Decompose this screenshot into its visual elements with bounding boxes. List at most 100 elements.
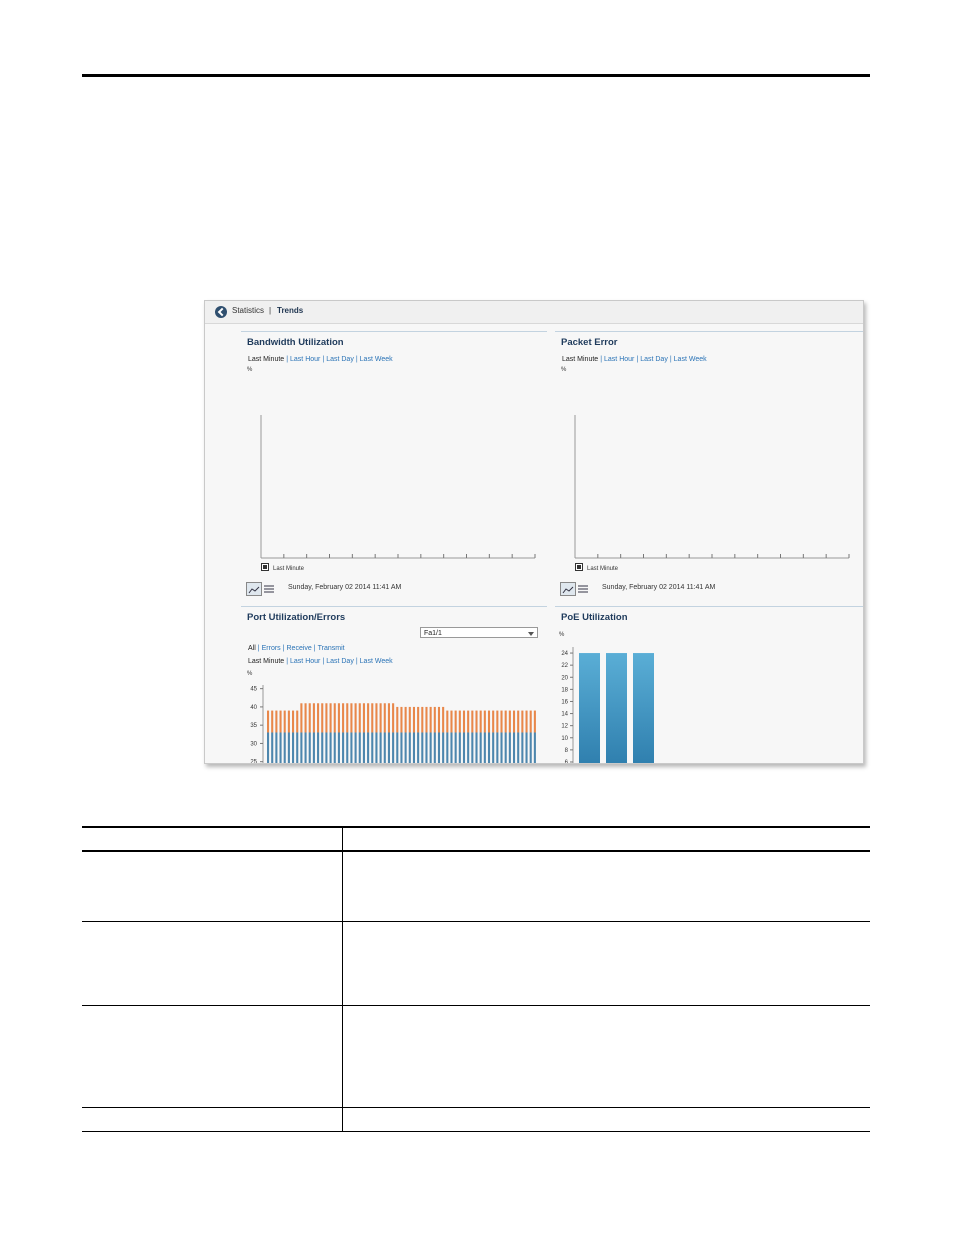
bar-orange — [329, 703, 332, 733]
range-last-week[interactable]: Last Week — [674, 356, 707, 363]
bar-blue — [337, 732, 340, 763]
bar-blue — [329, 732, 332, 763]
bar-blue — [375, 732, 378, 763]
bar-blue — [292, 732, 295, 763]
range-last-day[interactable]: Last Day — [640, 356, 668, 363]
link-separator: | — [286, 658, 289, 665]
bar-orange — [287, 710, 290, 733]
range-last-week[interactable]: Last Week — [360, 658, 393, 665]
bar-orange — [367, 703, 370, 733]
bar-orange — [350, 703, 353, 733]
bar-blue — [500, 732, 503, 763]
legend-swatch — [575, 563, 583, 571]
range-last-minute[interactable]: Last Minute — [248, 658, 284, 665]
bar-blue — [408, 732, 411, 763]
table-top-rule — [82, 826, 870, 828]
page-top-rule — [82, 74, 870, 77]
table-row-divider — [82, 1107, 870, 1108]
bar-orange — [392, 703, 395, 733]
bar-orange — [437, 706, 441, 733]
timestamp: Sunday, February 02 2014 11:41 AM — [288, 584, 402, 591]
bar-blue — [521, 732, 524, 763]
bar-blue — [354, 732, 357, 763]
filter-errors[interactable]: Errors — [262, 645, 281, 652]
bar-blue — [350, 732, 353, 763]
range-last-day[interactable]: Last Day — [326, 658, 354, 665]
breadcrumb: Statistics | Trends — [205, 301, 863, 324]
link-separator: | — [322, 356, 325, 363]
y-unit-label: % — [247, 367, 253, 373]
range-last-day[interactable]: Last Day — [326, 356, 354, 363]
bar-orange — [387, 703, 390, 733]
bar-blue — [512, 732, 516, 763]
table-column-divider — [342, 826, 343, 1132]
table-row-divider — [82, 921, 870, 922]
port-select[interactable]: Fa1/1 — [420, 627, 538, 638]
y-tick-label: 6 — [565, 760, 569, 764]
bar-orange — [467, 710, 470, 733]
poe-utilization-chart: 6 8 10 12 14 16 18 20 22 24 — [561, 647, 654, 764]
legend-label: Last Minute — [273, 566, 305, 572]
bar-blue — [304, 732, 307, 763]
bar-orange — [325, 703, 328, 733]
breadcrumb-statistics[interactable]: Statistics — [232, 306, 264, 315]
bar-blue — [450, 732, 453, 763]
bar-orange — [371, 703, 374, 733]
filter-all[interactable]: All — [248, 645, 256, 652]
range-last-minute[interactable]: Last Minute — [562, 356, 598, 363]
bar-orange — [425, 706, 428, 733]
bar-blue — [308, 732, 311, 763]
bar-orange — [512, 710, 516, 733]
chart-legend[interactable]: Last Minute — [575, 563, 618, 572]
y-tick-label: 20 — [561, 675, 568, 681]
bar-blue — [508, 732, 511, 763]
bar-blue — [392, 732, 395, 763]
range-last-week[interactable]: Last Week — [360, 356, 393, 363]
bar-orange — [517, 710, 520, 733]
bar-orange — [333, 703, 336, 733]
table-row-divider — [82, 1005, 870, 1006]
bar-orange — [383, 703, 386, 733]
bar-blue — [275, 732, 278, 763]
bar-orange — [487, 710, 491, 733]
range-last-hour[interactable]: Last Hour — [604, 356, 634, 363]
list-icon[interactable] — [576, 582, 590, 594]
chart-legend[interactable]: Last Minute — [261, 563, 304, 572]
filter-transmit[interactable]: Transmit — [318, 645, 345, 652]
bar-blue — [300, 732, 303, 763]
bar-orange — [521, 710, 524, 733]
link-separator: | — [322, 658, 325, 665]
range-last-hour[interactable]: Last Hour — [290, 658, 320, 665]
poe-bar — [633, 653, 654, 763]
line-chart-icon[interactable] — [560, 582, 576, 596]
bar-orange — [529, 710, 532, 733]
breadcrumb-separator: | — [269, 306, 272, 315]
bar-blue — [333, 732, 336, 763]
bar-blue — [487, 732, 491, 763]
bar-blue — [517, 732, 520, 763]
bar-blue — [396, 732, 399, 763]
bar-orange — [417, 706, 420, 733]
link-separator: | — [313, 645, 316, 652]
list-icon[interactable] — [262, 582, 276, 594]
line-chart-icon[interactable] — [246, 582, 262, 596]
bar-blue — [379, 732, 382, 763]
bar-orange — [433, 706, 436, 733]
bar-blue — [362, 732, 365, 763]
bar-orange — [450, 710, 453, 733]
bar-blue — [475, 732, 478, 763]
range-last-minute[interactable]: Last Minute — [248, 356, 284, 363]
bar-blue — [342, 732, 345, 763]
legend-swatch — [261, 563, 269, 571]
bar-orange — [492, 710, 495, 733]
bar-blue — [421, 732, 424, 763]
table-bottom-rule — [82, 1131, 870, 1132]
bar-blue — [425, 732, 428, 763]
bar-orange — [312, 703, 315, 733]
filter-receive[interactable]: Receive — [287, 645, 312, 652]
bar-blue — [283, 732, 286, 763]
bar-blue — [462, 732, 466, 763]
range-last-hour[interactable]: Last Hour — [290, 356, 320, 363]
link-separator: | — [355, 356, 358, 363]
back-arrow-icon[interactable] — [215, 306, 227, 318]
